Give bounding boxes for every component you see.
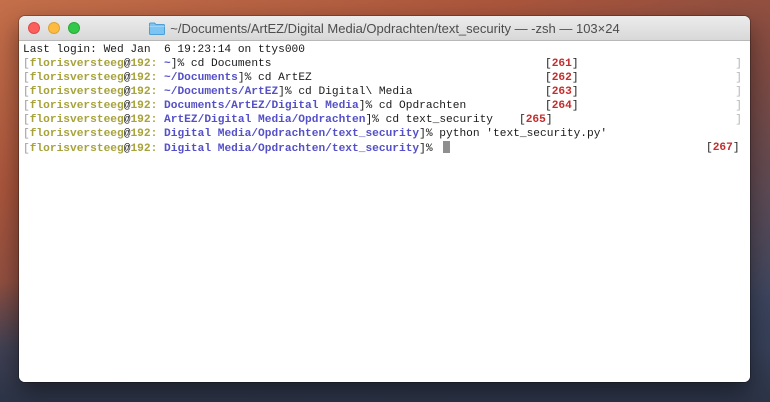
prompt-symbol: ]% xyxy=(278,86,292,98)
history-close-bracket: ] xyxy=(732,142,740,154)
history-open-bracket: [ xyxy=(545,100,552,112)
history-close-bracket: ] xyxy=(571,86,579,98)
prompt-colon: : xyxy=(150,128,165,140)
login-line: Last login: Wed Jan 6 19:23:14 on ttys00… xyxy=(23,44,305,56)
right-edge-bracket: ] xyxy=(735,86,742,98)
prompt-symbol: ]% xyxy=(170,58,185,70)
history-open-bracket: [ xyxy=(706,142,713,154)
prompt-command xyxy=(433,143,440,155)
history-value: 263 xyxy=(551,86,572,98)
history-number: [265] xyxy=(519,113,553,127)
terminal-window[interactable]: ~/Documents/ArtEZ/Digital Media/Opdracht… xyxy=(19,16,750,382)
prompt-open-bracket: [ xyxy=(23,86,30,98)
prompt-line: [florisversteeg@192: ~]% cd Documents [26… xyxy=(23,57,746,71)
prompt-colon: : xyxy=(150,58,165,70)
prompt-user: florisversteeg xyxy=(29,86,124,98)
prompt-symbol: ]% xyxy=(419,128,433,140)
history-value: 265 xyxy=(525,114,546,126)
prompt-line: [florisversteeg@192: ArtEZ/Digital Media… xyxy=(23,113,746,127)
history-value: 267 xyxy=(712,142,733,154)
prompt-host: 192 xyxy=(130,86,151,98)
history-open-bracket: [ xyxy=(545,72,552,84)
history-close-bracket: ] xyxy=(571,58,579,70)
prompt-path: Digital Media/Opdrachten/text_security xyxy=(164,128,420,140)
history-close-bracket: ] xyxy=(571,100,579,112)
prompt-symbol: ]% xyxy=(358,100,373,112)
prompt-user: florisversteeg xyxy=(29,143,124,155)
prompt-open-bracket: [ xyxy=(23,100,30,112)
right-edge-bracket: ] xyxy=(735,58,742,70)
prompt-line: [florisversteeg@192: ~/Documents]% cd Ar… xyxy=(23,71,746,85)
history-number: [267] xyxy=(706,141,740,155)
history-number: [263] xyxy=(545,85,579,99)
prompt-open-bracket: [ xyxy=(23,128,30,140)
prompt-line: [florisversteeg@192: Documents/ArtEZ/Dig… xyxy=(23,99,746,113)
history-value: 264 xyxy=(551,100,572,112)
prompt-path: ArtEZ/Digital Media/Opdrachten xyxy=(164,114,366,126)
prompt-user: florisversteeg xyxy=(29,72,124,84)
history-open-bracket: [ xyxy=(545,86,552,98)
prompt-command: cd Digital\ Media xyxy=(291,86,413,98)
prompt-host: 192 xyxy=(130,128,151,140)
prompt-line: [florisversteeg@192: Digital Media/Opdra… xyxy=(23,141,746,155)
prompt-user: florisversteeg xyxy=(29,58,124,70)
prompt-command: cd Documents xyxy=(184,58,272,70)
right-edge-bracket: ] xyxy=(735,100,742,112)
history-number: [262] xyxy=(545,71,579,85)
prompt-path: ~ xyxy=(164,58,171,70)
terminal-output[interactable]: Last login: Wed Jan 6 19:23:14 on ttys00… xyxy=(19,41,750,382)
prompt-line: [florisversteeg@192: ~/Documents/ArtEZ]%… xyxy=(23,85,746,99)
prompt-open-bracket: [ xyxy=(23,114,30,126)
right-edge-bracket: ] xyxy=(735,72,742,84)
prompt-host: 192 xyxy=(130,58,151,70)
prompt-host: 192 xyxy=(130,72,151,84)
prompt-user: florisversteeg xyxy=(29,114,124,126)
window-title-area: ~/Documents/ArtEZ/Digital Media/Opdracht… xyxy=(19,16,750,40)
prompt-colon: : xyxy=(150,100,165,112)
prompt-symbol: ]% xyxy=(419,143,433,155)
prompt-symbol: ]% xyxy=(365,114,379,126)
history-open-bracket: [ xyxy=(545,58,552,70)
prompt-open-bracket: [ xyxy=(23,72,30,84)
prompt-colon: : xyxy=(150,72,165,84)
history-close-bracket: ] xyxy=(571,72,579,84)
history-close-bracket: ] xyxy=(545,114,553,126)
history-number: [261] xyxy=(545,57,579,71)
window-title: ~/Documents/ArtEZ/Digital Media/Opdracht… xyxy=(170,20,620,36)
history-value: 262 xyxy=(551,72,572,84)
prompt-command: cd Opdrachten xyxy=(372,100,467,112)
right-edge-bracket: ] xyxy=(735,114,742,126)
prompt-open-bracket: [ xyxy=(23,58,30,70)
history-number: [264] xyxy=(545,99,579,113)
prompt-host: 192 xyxy=(130,114,151,126)
history-value: 261 xyxy=(551,58,572,70)
title-bar[interactable]: ~/Documents/ArtEZ/Digital Media/Opdracht… xyxy=(19,16,750,41)
prompt-colon: : xyxy=(150,86,165,98)
prompt-path: Digital Media/Opdrachten/text_security xyxy=(164,143,420,155)
prompt-path: ~/Documents xyxy=(164,72,238,84)
prompt-colon: : xyxy=(150,114,165,126)
prompt-host: 192 xyxy=(130,100,151,112)
prompt-command: cd text_security xyxy=(378,114,494,126)
prompt-user: florisversteeg xyxy=(29,100,124,112)
prompt-command: python 'text_security.py' xyxy=(432,128,608,140)
prompt-user: florisversteeg xyxy=(29,128,124,140)
prompt-path: ~/Documents/ArtEZ xyxy=(164,86,279,98)
prompt-host: 192 xyxy=(130,143,151,155)
text-cursor xyxy=(443,141,451,153)
prompt-open-bracket: [ xyxy=(23,143,30,155)
history-open-bracket: [ xyxy=(519,114,526,126)
prompt-symbol: ]% xyxy=(237,72,252,84)
folder-icon xyxy=(149,22,166,35)
prompt-colon: : xyxy=(150,143,165,155)
prompt-path: Documents/ArtEZ/Digital Media xyxy=(164,100,359,112)
prompt-command: cd ArtEZ xyxy=(251,72,312,84)
prompt-line: [florisversteeg@192: Digital Media/Opdra… xyxy=(23,127,746,141)
